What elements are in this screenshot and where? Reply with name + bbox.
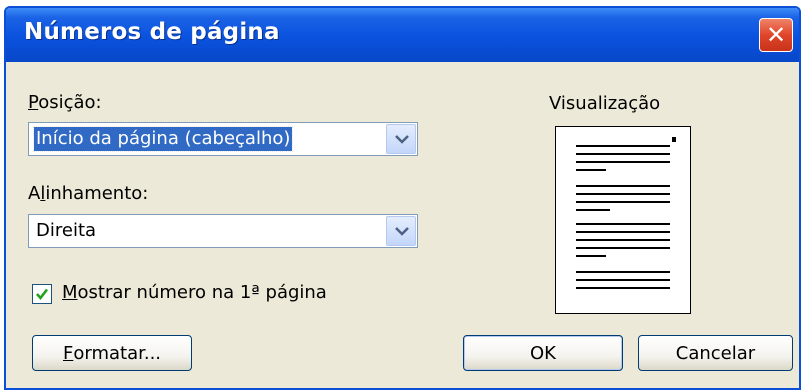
- preview-line: [576, 231, 670, 233]
- dialog-title: Números de página: [24, 19, 280, 45]
- checkmark-icon: [36, 288, 49, 301]
- preview-line: [576, 201, 670, 203]
- preview-page-number: [672, 137, 676, 142]
- position-label: Posição:: [28, 92, 102, 113]
- page-numbers-dialog: Números de página ✕ Posição: Início da p…: [4, 6, 801, 390]
- preview-line: [576, 271, 670, 273]
- alignment-dropdown-button[interactable]: [386, 216, 416, 246]
- alignment-label: Alinhamento:: [28, 183, 148, 204]
- preview-line: [576, 279, 670, 281]
- preview-line: [576, 239, 670, 241]
- close-button[interactable]: ✕: [759, 18, 793, 52]
- page-preview: [555, 126, 691, 314]
- preview-line: [576, 193, 670, 195]
- preview-line: [576, 153, 670, 155]
- preview-line: [576, 209, 610, 211]
- show-number-first-page-label[interactable]: Mostrar número na 1ª página: [62, 282, 327, 303]
- format-button-label: ormatar...: [73, 342, 162, 364]
- preview-line: [576, 255, 606, 257]
- format-accesskey: F: [62, 342, 74, 364]
- ok-button-label: OK: [530, 342, 556, 364]
- preview-line: [576, 169, 606, 171]
- alignment-label-prefix: A: [28, 183, 41, 204]
- close-icon: ✕: [765, 21, 787, 49]
- preview-line: [576, 185, 670, 187]
- chevron-down-icon: [395, 135, 409, 144]
- preview-line: [576, 223, 670, 225]
- alignment-select[interactable]: Direita: [28, 214, 418, 248]
- position-dropdown-button[interactable]: [386, 124, 416, 154]
- preview-line: [576, 145, 670, 147]
- position-label-rest: osição:: [38, 92, 102, 113]
- show-number-label-rest: ostrar número na 1ª página: [77, 282, 327, 303]
- preview-line: [576, 287, 670, 289]
- preview-line: [576, 247, 670, 249]
- ok-button[interactable]: OK: [463, 335, 623, 371]
- show-number-accesskey: M: [62, 282, 78, 303]
- show-number-first-page-checkbox[interactable]: [32, 284, 52, 304]
- cancel-button-label: Cancelar: [675, 342, 756, 364]
- chevron-down-icon: [395, 227, 409, 236]
- preview-label: Visualização: [549, 93, 661, 114]
- position-select[interactable]: Início da página (cabeçalho): [28, 122, 418, 156]
- alignment-select-value: Direita: [36, 220, 97, 241]
- cancel-button[interactable]: Cancelar: [638, 335, 793, 371]
- format-button[interactable]: Formatar...: [32, 335, 192, 371]
- title-bar[interactable]: Números de página ✕: [6, 8, 799, 62]
- preview-line: [576, 161, 670, 163]
- position-select-value: Início da página (cabeçalho): [32, 126, 294, 152]
- alignment-label-rest: inhamento:: [45, 183, 149, 204]
- position-label-accesskey: P: [28, 92, 39, 113]
